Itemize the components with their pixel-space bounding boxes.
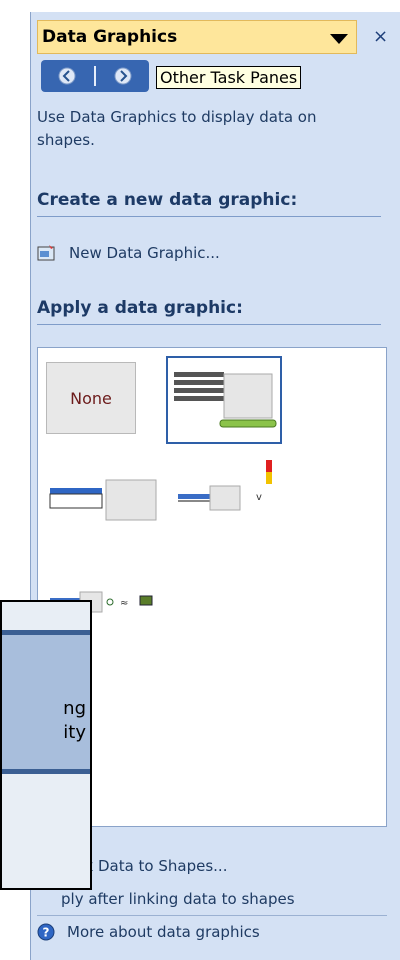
task-pane-navigation xyxy=(41,60,149,92)
new-data-graphic-icon xyxy=(37,245,55,261)
svg-text:?: ? xyxy=(43,926,50,940)
pane-description: Use Data Graphics to display data on sha… xyxy=(37,108,317,149)
forward-arrow-icon[interactable] xyxy=(113,66,133,86)
help-icon: ? xyxy=(37,923,55,941)
link-data-to-shapes-link[interactable]: nk Data to Shapes... xyxy=(75,857,227,875)
section-divider xyxy=(37,915,387,916)
task-pane-title: Data Graphics xyxy=(42,27,178,47)
popup-text-line-2: ity xyxy=(63,722,86,743)
svg-text:≈: ≈ xyxy=(120,598,128,609)
gallery-item-progress-flag[interactable]: v xyxy=(170,458,280,518)
close-icon[interactable]: × xyxy=(373,28,388,46)
more-about-label: More about data graphics xyxy=(67,923,260,941)
apply-after-linking-note: ply after linking data to shapes xyxy=(61,890,295,908)
new-data-graphic-link[interactable]: New Data Graphic... xyxy=(37,244,220,262)
svg-text:v: v xyxy=(256,492,262,503)
create-section-heading: Create a new data graphic: xyxy=(37,190,381,217)
popup-text-line-1: ng xyxy=(63,698,86,719)
gallery-item-text-bar-selected[interactable] xyxy=(166,356,282,444)
popup-bottom-bar xyxy=(2,769,90,774)
dropdown-arrow-icon[interactable] xyxy=(330,34,348,44)
task-pane-title-dropdown[interactable]: Data Graphics xyxy=(37,20,357,54)
apply-section-heading: Apply a data graphic: xyxy=(37,298,381,325)
overlay-popup-window: ng ity xyxy=(0,600,92,890)
more-about-data-graphics-link[interactable]: ? More about data graphics xyxy=(37,923,260,941)
gallery-item-none[interactable]: None xyxy=(46,362,136,434)
text-bar-graphic-preview xyxy=(174,372,277,428)
new-data-graphic-label: New Data Graphic... xyxy=(69,244,220,262)
other-task-panes-tooltip: Other Task Panes xyxy=(156,66,302,89)
nav-separator xyxy=(94,66,96,86)
gallery-item-header-text[interactable] xyxy=(48,478,160,522)
back-arrow-icon[interactable] xyxy=(57,66,77,86)
